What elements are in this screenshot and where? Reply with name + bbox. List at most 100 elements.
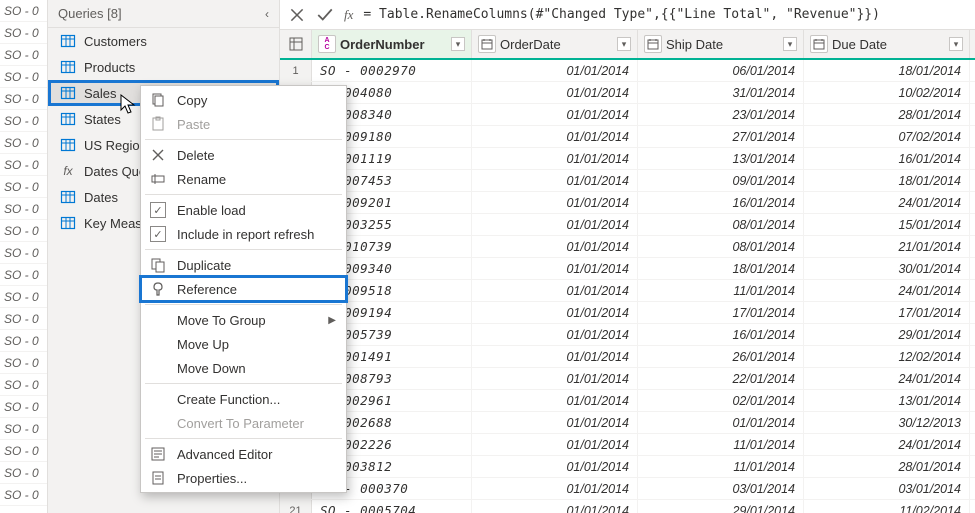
- cell-duedate[interactable]: 15/01/2014: [804, 214, 970, 235]
- cell-duedate[interactable]: 29/01/2014: [804, 324, 970, 345]
- cell-shipdate[interactable]: 18/01/2014: [638, 258, 804, 279]
- cell-duedate[interactable]: 30/01/2014: [804, 258, 970, 279]
- cell-duedate[interactable]: 17/01/2014: [804, 302, 970, 323]
- cell-duedate[interactable]: 11/02/2014: [804, 500, 970, 513]
- cell-orderdate[interactable]: 01/01/2014: [472, 280, 638, 301]
- cell-duedate[interactable]: 13/01/2014: [804, 390, 970, 411]
- column-filter-dropdown-icon[interactable]: ▾: [783, 37, 797, 51]
- column-header-due-date[interactable]: Due Date▾: [804, 30, 970, 58]
- cell-orderdate[interactable]: 01/01/2014: [472, 302, 638, 323]
- menu-item-include-in-report-refresh[interactable]: ✓Include in report refresh: [141, 222, 346, 246]
- cell-orderdate[interactable]: 01/01/2014: [472, 368, 638, 389]
- cell-orderdate[interactable]: 01/01/2014: [472, 148, 638, 169]
- cell-shipdate[interactable]: 26/01/2014: [638, 346, 804, 367]
- table-row[interactable]: - 001073901/01/201408/01/201421/01/2014: [280, 236, 975, 258]
- cell-orderdate[interactable]: 01/01/2014: [472, 60, 638, 81]
- cell-orderdate[interactable]: 01/01/2014: [472, 500, 638, 513]
- cell-orderdate[interactable]: 01/01/2014: [472, 192, 638, 213]
- menu-item-create-function[interactable]: Create Function...: [141, 387, 346, 411]
- table-row[interactable]: 21SO - 000570401/01/201429/01/201411/02/…: [280, 500, 975, 513]
- table-row[interactable]: - 000111901/01/201413/01/201416/01/2014: [280, 148, 975, 170]
- cell-shipdate[interactable]: 13/01/2014: [638, 148, 804, 169]
- column-filter-dropdown-icon[interactable]: ▾: [949, 37, 963, 51]
- column-filter-dropdown-icon[interactable]: ▾: [451, 37, 465, 51]
- cell-orderdate[interactable]: 01/01/2014: [472, 434, 638, 455]
- table-row[interactable]: - 000149101/01/201426/01/201412/02/2014: [280, 346, 975, 368]
- column-header-orderdate[interactable]: OrderDate▾: [472, 30, 638, 58]
- menu-item-duplicate[interactable]: Duplicate: [141, 253, 346, 277]
- cell-orderdate[interactable]: 01/01/2014: [472, 456, 638, 477]
- cell-orderdate[interactable]: 01/01/2014: [472, 390, 638, 411]
- cell-shipdate[interactable]: 27/01/2014: [638, 126, 804, 147]
- table-row[interactable]: - 000325501/01/201408/01/201415/01/2014: [280, 214, 975, 236]
- cell-shipdate[interactable]: 17/01/2014: [638, 302, 804, 323]
- table-row[interactable]: - 000920101/01/201416/01/201424/01/2014: [280, 192, 975, 214]
- cell-orderdate[interactable]: 01/01/2014: [472, 412, 638, 433]
- cell-shipdate[interactable]: 16/01/2014: [638, 192, 804, 213]
- cell-duedate[interactable]: 16/01/2014: [804, 148, 970, 169]
- cell-duedate[interactable]: 24/01/2014: [804, 368, 970, 389]
- cell-orderdate[interactable]: 01/01/2014: [472, 214, 638, 235]
- menu-item-advanced-editor[interactable]: Advanced Editor: [141, 442, 346, 466]
- cell-shipdate[interactable]: 31/01/2014: [638, 82, 804, 103]
- table-row[interactable]: - 000934001/01/201418/01/201430/01/2014: [280, 258, 975, 280]
- cell-duedate[interactable]: 21/01/2014: [804, 236, 970, 257]
- formula-input[interactable]: = Table.RenameColumns(#"Changed Type",{{…: [363, 7, 967, 22]
- table-row[interactable]: - 000919401/01/201417/01/201417/01/2014: [280, 302, 975, 324]
- cell-orderdate[interactable]: 01/01/2014: [472, 324, 638, 345]
- query-item-customers[interactable]: Customers: [48, 28, 279, 54]
- cell-orderdate[interactable]: 01/01/2014: [472, 82, 638, 103]
- cell-duedate[interactable]: 18/01/2014: [804, 170, 970, 191]
- cell-duedate[interactable]: 03/01/2014: [804, 478, 970, 499]
- cell-duedate[interactable]: 12/02/2014: [804, 346, 970, 367]
- cell-shipdate[interactable]: 03/01/2014: [638, 478, 804, 499]
- cell-duedate[interactable]: 24/01/2014: [804, 192, 970, 213]
- cell-duedate[interactable]: 18/01/2014: [804, 60, 970, 81]
- menu-item-rename[interactable]: Rename: [141, 167, 346, 191]
- cell-ordernumber[interactable]: SO - 0005704: [312, 500, 472, 513]
- column-header-ship-date[interactable]: Ship Date▾: [638, 30, 804, 58]
- table-row[interactable]: - 000408001/01/201431/01/201410/02/2014: [280, 82, 975, 104]
- cell-shipdate[interactable]: 16/01/2014: [638, 324, 804, 345]
- formula-cancel-icon[interactable]: [288, 6, 306, 24]
- cell-duedate[interactable]: 28/01/2014: [804, 456, 970, 477]
- collapse-pane-icon[interactable]: ‹: [265, 7, 269, 21]
- table-row[interactable]: - 000745301/01/201409/01/201418/01/2014: [280, 170, 975, 192]
- cell-shipdate[interactable]: 08/01/2014: [638, 214, 804, 235]
- table-row[interactable]: - 000834001/01/201423/01/201428/01/2014: [280, 104, 975, 126]
- column-header-ordernumber[interactable]: ACOrderNumber▾: [312, 30, 472, 58]
- cell-shipdate[interactable]: 02/01/2014: [638, 390, 804, 411]
- cell-orderdate[interactable]: 01/01/2014: [472, 346, 638, 367]
- cell-shipdate[interactable]: 23/01/2014: [638, 104, 804, 125]
- cell-duedate[interactable]: 24/01/2014: [804, 434, 970, 455]
- cell-shipdate[interactable]: 11/01/2014: [638, 434, 804, 455]
- cell-duedate[interactable]: 30/12/2013: [804, 412, 970, 433]
- cell-shipdate[interactable]: 01/01/2014: [638, 412, 804, 433]
- cell-orderdate[interactable]: 01/01/2014: [472, 478, 638, 499]
- cell-orderdate[interactable]: 01/01/2014: [472, 258, 638, 279]
- query-item-products[interactable]: Products: [48, 54, 279, 80]
- cell-orderdate[interactable]: 01/01/2014: [472, 170, 638, 191]
- cell-shipdate[interactable]: 09/01/2014: [638, 170, 804, 191]
- menu-item-move-to-group[interactable]: Move To Group▶: [141, 308, 346, 332]
- table-row[interactable]: - 000381201/01/201411/01/201428/01/2014: [280, 456, 975, 478]
- table-row[interactable]: - 000879301/01/201422/01/201424/01/2014: [280, 368, 975, 390]
- table-row[interactable]: - 000918001/01/201427/01/201407/02/2014: [280, 126, 975, 148]
- table-row[interactable]: 20SO - 00037001/01/201403/01/201403/01/2…: [280, 478, 975, 500]
- menu-item-properties[interactable]: Properties...: [141, 466, 346, 490]
- cell-shipdate[interactable]: 29/01/2014: [638, 500, 804, 513]
- table-row[interactable]: - 000951801/01/201411/01/201424/01/2014: [280, 280, 975, 302]
- cell-orderdate[interactable]: 01/01/2014: [472, 236, 638, 257]
- cell-orderdate[interactable]: 01/01/2014: [472, 126, 638, 147]
- row-number[interactable]: 21: [280, 500, 312, 513]
- cell-ordernumber[interactable]: SO - 0002970: [312, 60, 472, 81]
- cell-duedate[interactable]: 28/01/2014: [804, 104, 970, 125]
- select-all-corner[interactable]: [280, 30, 312, 58]
- cell-shipdate[interactable]: 11/01/2014: [638, 280, 804, 301]
- cell-duedate[interactable]: 24/01/2014: [804, 280, 970, 301]
- table-row[interactable]: - 000296101/01/201402/01/201413/01/2014: [280, 390, 975, 412]
- cell-orderdate[interactable]: 01/01/2014: [472, 104, 638, 125]
- cell-shipdate[interactable]: 22/01/2014: [638, 368, 804, 389]
- cell-duedate[interactable]: 10/02/2014: [804, 82, 970, 103]
- column-filter-dropdown-icon[interactable]: ▾: [617, 37, 631, 51]
